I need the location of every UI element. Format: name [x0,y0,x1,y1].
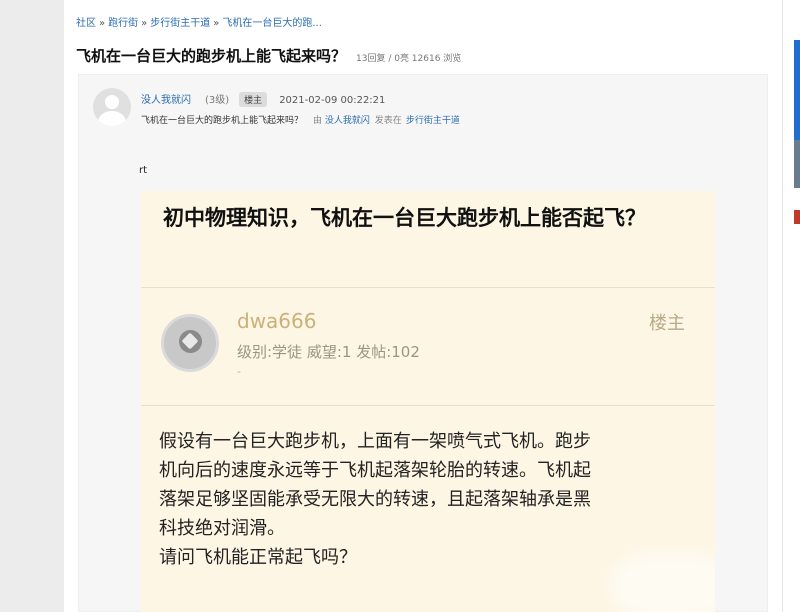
embedded-username: dwa666 [237,309,317,333]
embedded-body: 假设有一台巨大跑步机，上面有一架喷气式飞机。跑步 机向后的速度永远等于飞机起落架… [159,427,699,572]
posted-by-prefix: 由 [313,116,323,126]
breadcrumb-separator: » [99,18,106,29]
breadcrumb-item-main-road[interactable]: 步行街主干道 [150,18,210,29]
posted-in-label: 发表在 [374,116,402,126]
user-avatar-icon[interactable] [93,88,131,126]
embedded-divider [141,405,715,406]
sidebar-marker [794,210,800,224]
section-link[interactable]: 步行街主干道 [406,116,460,126]
post-body-text: rt [139,165,148,176]
diving-helmet-avatar-icon [161,314,219,372]
breadcrumb: 社区» 跑行街» 步行街主干道» 飞机在一台巨大的跑... [76,14,322,29]
embedded-dash: - [237,365,241,378]
sidebar-ad-thumbnail[interactable] [794,140,800,188]
post-subject: 飞机在一台巨大的跑步机上能飞起来吗？ [141,116,304,126]
breadcrumb-item-current-thread[interactable]: 飞机在一台巨大的跑... [222,18,322,29]
breadcrumb-item-street[interactable]: 跑行街 [108,18,138,29]
forum-page: 社区» 跑行街» 步行街主干道» 飞机在一台巨大的跑... 飞机在一台巨大的跑步机上能… [64,0,782,612]
embedded-user-info: 级别:学徒 威望:1 发帖:102 [237,343,420,361]
embedded-body-line: 机向后的速度永远等于飞机起落架轮胎的转速。飞机起 [159,460,591,481]
breadcrumb-separator: » [213,18,220,29]
original-post: 没人我就闪 (3级) 楼主 2021-02-09 00:22:21 飞机在一台巨大的跑… [78,74,768,612]
post-timestamp: 2021-02-09 00:22:21 [279,95,386,106]
post-subline: 飞机在一台巨大的跑步机上能飞起来吗？ 由 没人我就闪 发表在 步行街主干道 [141,113,460,126]
embedded-title: 初中物理知识，飞机在一台巨大跑步机上能否起飞？ [163,206,646,230]
embedded-body-line: 假设有一台巨大跑步机，上面有一架喷气式飞机。跑步 [159,431,591,452]
embedded-body-line: 落架足够坚固能承受无限大的转速，且起落架轴承是黑 [159,489,591,510]
sidebar-ad-thumbnail[interactable] [794,40,800,140]
embedded-divider [141,287,715,288]
thread-header: 飞机在一台巨大的跑步机上能飞起来吗？ 13回复 / 0亮 12616 浏览 [76,45,461,66]
embedded-op-label: 楼主 [649,313,685,334]
embedded-body-line: 科技绝对润滑。 [159,518,285,539]
post-meta: 没人我就闪 (3级) 楼主 2021-02-09 00:22:21 [141,91,385,107]
breadcrumb-item-community[interactable]: 社区 [76,18,96,29]
user-level: (3级) [205,95,230,106]
photo-glare [611,551,715,612]
embedded-screenshot-image: 初中物理知识，飞机在一台巨大跑步机上能否起飞？ dwa666 级别:学徒 威望:… [141,191,715,612]
thread-stats: 13回复 / 0亮 12616 浏览 [356,54,462,64]
posted-by-author-link[interactable]: 没人我就闪 [325,116,370,126]
page-title: 飞机在一台巨大的跑步机上能飞起来吗？ [76,47,347,65]
breadcrumb-separator: » [141,18,148,29]
op-badge: 楼主 [239,92,268,107]
author-link[interactable]: 没人我就闪 [141,95,191,106]
